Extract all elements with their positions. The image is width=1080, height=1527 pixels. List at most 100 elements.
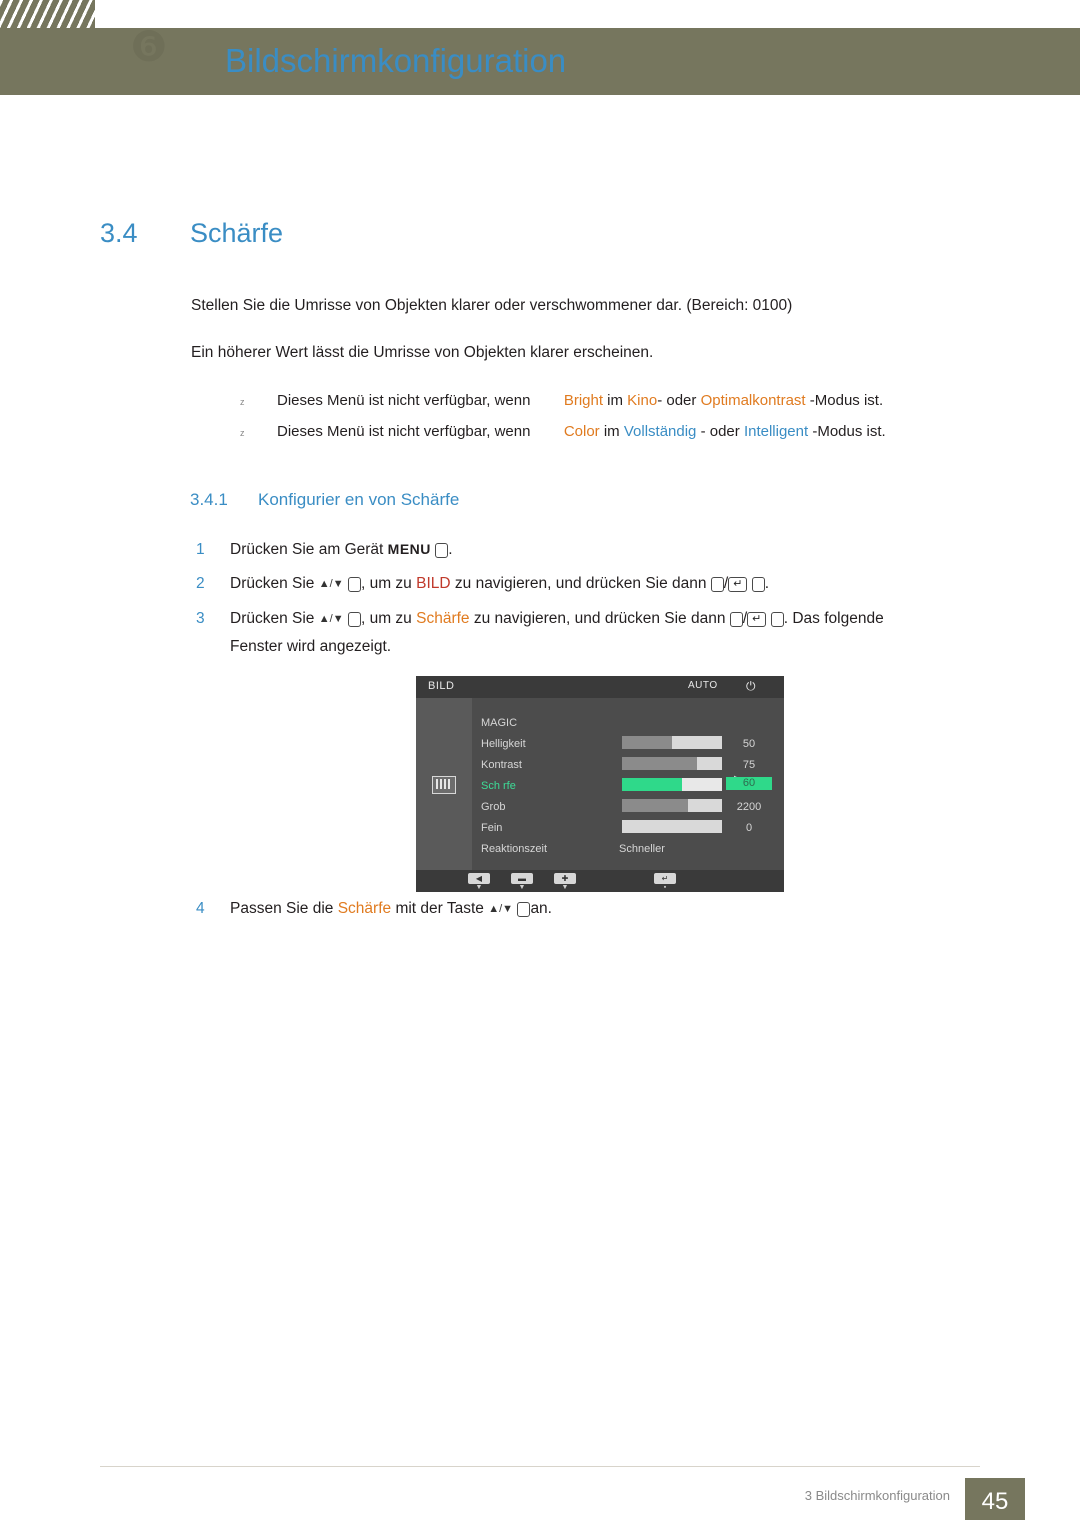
- osd-bar-fill-helligkeit: [622, 736, 672, 749]
- osd-btn-minus-sub-icon: ▼: [518, 884, 526, 891]
- page-header: ❻ Bildschirmkonfiguration: [0, 0, 1080, 95]
- osd-value-fein: 0: [745, 822, 753, 834]
- osd-row-label-reaktionszeit[interactable]: Reaktionszeit: [481, 843, 547, 855]
- note-1-mid-2: - oder: [657, 392, 697, 409]
- step-4-keycap-icon: [517, 902, 531, 917]
- step-3-target-schaerfe: Schärfe: [416, 610, 470, 627]
- osd-row-label-kontrast[interactable]: Kontrast: [481, 759, 522, 771]
- section-title: Schärfe: [190, 218, 284, 248]
- step-4-b: mit der Taste: [395, 900, 484, 917]
- osd-row-label-schaerfe[interactable]: Sch rfe: [481, 780, 516, 792]
- osd-btn-minus-icon[interactable]: ▬: [511, 873, 533, 884]
- header-title: Bildschirmkonfiguration: [225, 42, 567, 79]
- step-4-a: Passen Sie die: [230, 900, 334, 917]
- footer-divider: [100, 1466, 980, 1467]
- osd-bar-kontrast[interactable]: [622, 757, 722, 770]
- page-number: 45: [981, 1488, 1009, 1515]
- step-2-number: 2: [196, 575, 205, 592]
- step-4-updown-icon: ▲/▼: [488, 903, 514, 915]
- step-1-a: Drücken Sie am Gerät: [230, 541, 384, 558]
- note-1-suffix: -Modus ist.: [809, 392, 884, 409]
- step-3-b: , um zu: [360, 610, 412, 627]
- osd-bar-schaerfe[interactable]: [622, 778, 722, 791]
- header-hatch-pattern: [0, 0, 95, 28]
- osd-row-label-grob[interactable]: Grob: [481, 801, 505, 813]
- note-bullet-icon-2: z: [240, 428, 245, 438]
- step-1-menu-label: MENU: [387, 541, 431, 557]
- step-2-enter-icon-1: [710, 577, 724, 592]
- osd-value-schaerfe: 60: [726, 777, 772, 790]
- osd-btn-enter-sub-icon: ▪: [663, 884, 667, 891]
- step-3-a: Drücken Sie: [230, 610, 315, 627]
- step-3-keycap-icon-2: [770, 612, 784, 627]
- note-1-term-kino: Kino: [627, 392, 658, 409]
- osd-row-label-magic[interactable]: MAGIC: [481, 717, 517, 729]
- step-3-keycap-icon-1: [347, 612, 361, 627]
- step-2-text: Drücken Sie ▲/▼ , um zu BILD zu navigier…: [230, 575, 769, 593]
- step-4-c: an.: [530, 900, 552, 917]
- step-3-enter-icon-1: [729, 612, 743, 627]
- osd-value-helligkeit: 50: [742, 738, 756, 750]
- note-1-mid-1: im: [607, 392, 623, 409]
- power-icon[interactable]: ⏻: [746, 679, 756, 694]
- subsection-title: Konfigurier en von Schärfe: [258, 490, 460, 509]
- step-1-c: .: [448, 541, 453, 558]
- osd-title: BILD: [428, 680, 455, 692]
- osd-titlebar: [416, 676, 784, 698]
- osd-bar-grob[interactable]: [622, 799, 722, 812]
- osd-btn-plus-sub-icon: ▼: [561, 884, 569, 891]
- osd-value-kontrast: 75: [742, 759, 756, 771]
- osd-btn-enter-icon[interactable]: ↵: [654, 873, 676, 884]
- step-3-enter-icon-2: ↵: [747, 612, 767, 627]
- header-decor-icon: ❻: [130, 23, 168, 70]
- step-3-text: Drücken Sie ▲/▼ , um zu Schärfe zu navig…: [230, 610, 884, 628]
- note-2-prefix: Dieses Menü ist nicht verfügbar, wenn: [277, 423, 531, 440]
- step-1-number: 1: [196, 541, 205, 558]
- note-2-mid-2: - oder: [700, 423, 740, 440]
- step-3-c: zu navigieren, und drücken Sie dann: [473, 610, 726, 627]
- step-3-number: 3: [196, 610, 205, 627]
- osd-row-label-helligkeit[interactable]: Helligkeit: [481, 738, 526, 750]
- note-text-1: Dieses Menü ist nicht verfügbar, wenn Br…: [277, 392, 883, 409]
- step-3-text-line2: Fenster wird angezeigt.: [230, 638, 392, 655]
- step-3-updown-icon: ▲/▼: [318, 613, 344, 625]
- picture-icon: [432, 776, 456, 794]
- osd-btn-plus-icon[interactable]: ✚: [554, 873, 576, 884]
- osd-btn-left-icon[interactable]: ◀: [468, 873, 490, 884]
- osd-btn-auto[interactable]: AUTO: [688, 680, 718, 691]
- footer-text: 3 Bildschirmkonfiguration: [804, 1488, 950, 1503]
- intro-line-2: Ein höherer Wert lässt die Umrisse von O…: [191, 344, 654, 361]
- note-1-term-bright: Bright: [563, 392, 603, 409]
- osd-bar-fein[interactable]: [622, 820, 722, 833]
- step-4-number: 4: [196, 900, 205, 917]
- note-2-suffix: -Modus ist.: [812, 423, 886, 440]
- step-2-keycap-icon-1: [347, 577, 361, 592]
- osd-value-reaktionszeit: Schneller: [619, 843, 665, 855]
- note-2-term-vollstaendig: Vollständig: [623, 423, 697, 440]
- step-2-c: zu navigieren, und drücken Sie dann: [454, 575, 707, 592]
- osd-row-label-fein[interactable]: Fein: [481, 822, 502, 834]
- osd-bar-helligkeit[interactable]: [622, 736, 722, 749]
- intro-line-1: Stellen Sie die Umrisse von Objekten kla…: [191, 297, 793, 314]
- note-1-prefix: Dieses Menü ist nicht verfügbar, wenn: [277, 392, 531, 409]
- osd-bar-fill-grob: [622, 799, 688, 812]
- note-1-term-optimalkontrast: Optimalkontrast: [700, 392, 806, 409]
- step-2-e: .: [764, 575, 770, 592]
- step-2-b: , um zu: [360, 575, 412, 592]
- note-bullet-icon-1: z: [240, 397, 245, 407]
- step-2-enter-icon-2: ↵: [728, 577, 748, 592]
- step-4-text: Passen Sie die Schärfe mit der Taste ▲/▼…: [230, 900, 552, 918]
- step-2-a: Drücken Sie: [230, 575, 315, 592]
- osd-bar-fill-schaerfe: [622, 778, 682, 791]
- section-number: 3.4: [100, 218, 138, 248]
- subsection-number: 3.4.1: [190, 490, 228, 509]
- step-2-updown-icon: ▲/▼: [318, 578, 344, 590]
- osd-btn-left-sub-icon: ▼: [475, 884, 483, 891]
- step-2-keycap-icon-2: [751, 577, 765, 592]
- osd-bar-fill-kontrast: [622, 757, 697, 770]
- step-1-keycap-icon: [435, 543, 449, 558]
- osd-value-grob: 2200: [736, 801, 762, 813]
- header-white-strip: [95, 0, 1080, 28]
- step-2-target-bild: BILD: [416, 575, 451, 592]
- step-1-text: Drücken Sie am Gerät MENU .: [230, 541, 453, 559]
